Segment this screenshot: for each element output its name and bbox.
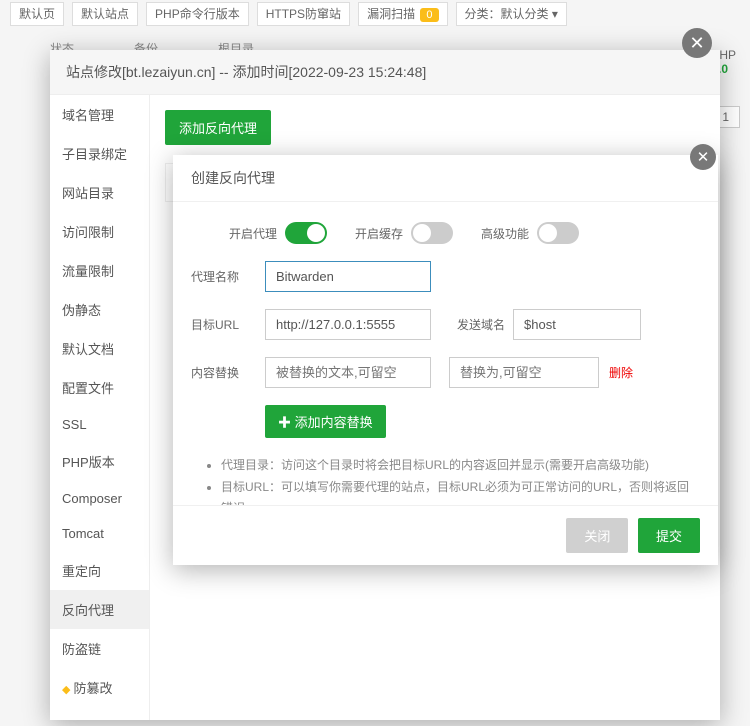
sidebar-item-2[interactable]: 网站目录 <box>50 173 149 212</box>
advanced-toggle[interactable] <box>537 222 579 244</box>
outer-modal-title: 站点修改[bt.lezaiyun.cn] -- 添加时间[2022-09-23 … <box>50 50 720 95</box>
help-list: 代理目录：访问这个目录时将会把目标URL的内容返回并显示(需要开启高级功能)目标… <box>221 455 700 505</box>
sidebar-item-14[interactable]: 防盗链 <box>50 629 149 668</box>
inner-modal-title: 创建反向代理 <box>173 155 718 202</box>
sidebar-item-9[interactable]: PHP版本 <box>50 442 149 481</box>
premium-icon: ◆ <box>62 684 70 696</box>
sidebar-item-label: PHP版本 <box>62 455 115 470</box>
delete-replace-link[interactable]: 删除 <box>609 364 633 381</box>
enable-cache-toggle[interactable] <box>411 222 453 244</box>
sidebar-item-0[interactable]: 域名管理 <box>50 95 149 134</box>
sidebar-item-label: 配置文件 <box>62 381 114 396</box>
content-replace-label: 内容替换 <box>191 364 259 381</box>
target-url-label: 目标URL <box>191 316 259 333</box>
target-url-input[interactable] <box>265 309 431 340</box>
close-inner-button[interactable]: ✕ <box>690 144 716 170</box>
replace-to-input[interactable] <box>449 357 599 388</box>
send-domain-label: 发送域名 <box>449 316 505 333</box>
leak-badge: 0 <box>420 8 438 22</box>
sidebar-item-label: 重定向 <box>62 564 101 579</box>
sidebar-item-label: Tomcat <box>62 526 104 541</box>
sidebar-item-label: 防篡改 <box>73 681 112 696</box>
sidebar-item-11[interactable]: Tomcat <box>50 516 149 551</box>
proxy-name-label: 代理名称 <box>191 268 259 285</box>
sidebar-item-7[interactable]: 配置文件 <box>50 368 149 407</box>
sidebar-item-1[interactable]: 子目录绑定 <box>50 134 149 173</box>
sidebar-item-label: 访问限制 <box>62 225 114 240</box>
sidebar-item-10[interactable]: Composer <box>50 481 149 516</box>
help-item: 代理目录：访问这个目录时将会把目标URL的内容返回并显示(需要开启高级功能) <box>221 455 700 477</box>
add-reverse-proxy-button[interactable]: 添加反向代理 <box>165 110 271 145</box>
sidebar-item-label: 默认文档 <box>62 342 114 357</box>
cancel-button[interactable]: 关闭 <box>566 518 628 553</box>
bg-tab[interactable]: 默认站点 <box>72 2 138 26</box>
sidebar-item-label: 伪静态 <box>62 303 101 318</box>
sidebar-item-6[interactable]: 默认文档 <box>50 329 149 368</box>
create-reverse-proxy-modal: 创建反向代理 开启代理 开启缓存 高级功能 代理名称 目标URL 发送域名 内容… <box>173 155 718 565</box>
bg-tab[interactable]: 默认页 <box>10 2 64 26</box>
help-item: 目标URL：可以填写你需要代理的站点，目标URL必须为可正常访问的URL，否则将… <box>221 477 700 505</box>
bg-tab[interactable]: 分类：默认分类 ▾ <box>456 2 567 26</box>
sidebar-item-12[interactable]: 重定向 <box>50 551 149 590</box>
close-outer-button[interactable]: ✕ <box>682 28 712 58</box>
sidebar-item-label: SSL <box>62 417 87 432</box>
bg-toolbar: 默认页 默认站点 PHP命令行版本 HTTPS防窜站 漏洞扫描 0 分类：默认分… <box>0 0 750 28</box>
site-sidebar: 域名管理子目录绑定网站目录访问限制流量限制伪静态默认文档配置文件 SSL PHP版本… <box>50 95 150 720</box>
sidebar-item-label: 子目录绑定 <box>62 147 127 162</box>
enable-proxy-toggle[interactable] <box>285 222 327 244</box>
sidebar-item-label: Composer <box>62 491 122 506</box>
sidebar-item-15[interactable]: ◆防篡改 <box>50 668 149 707</box>
sidebar-item-13[interactable]: 反向代理 <box>50 590 149 629</box>
sidebar-item-label: 流量限制 <box>62 264 114 279</box>
sidebar-item-16[interactable]: ◆安全扫描 <box>50 707 149 720</box>
submit-button[interactable]: 提交 <box>638 518 700 553</box>
bg-tab[interactable]: 漏洞扫描 0 <box>358 2 447 26</box>
sidebar-item-3[interactable]: 访问限制 <box>50 212 149 251</box>
sidebar-item-8[interactable]: SSL <box>50 407 149 442</box>
sidebar-item-5[interactable]: 伪静态 <box>50 290 149 329</box>
toggle-label: 开启缓存 <box>355 225 403 242</box>
sidebar-item-4[interactable]: 流量限制 <box>50 251 149 290</box>
replace-from-input[interactable] <box>265 357 431 388</box>
sidebar-item-label: 防盗链 <box>62 642 101 657</box>
sidebar-item-label: 反向代理 <box>62 603 114 618</box>
proxy-name-input[interactable] <box>265 261 431 292</box>
sidebar-item-label: 域名管理 <box>62 108 114 123</box>
bg-tab[interactable]: HTTPS防窜站 <box>257 2 350 26</box>
bg-tab[interactable]: PHP命令行版本 <box>146 2 249 26</box>
sidebar-item-label: 网站目录 <box>62 186 114 201</box>
send-domain-input[interactable] <box>513 309 641 340</box>
toggle-label: 开启代理 <box>229 225 277 242</box>
add-content-replace-button[interactable]: ✚ 添加内容替换 <box>265 405 386 438</box>
toggle-label: 高级功能 <box>481 225 529 242</box>
